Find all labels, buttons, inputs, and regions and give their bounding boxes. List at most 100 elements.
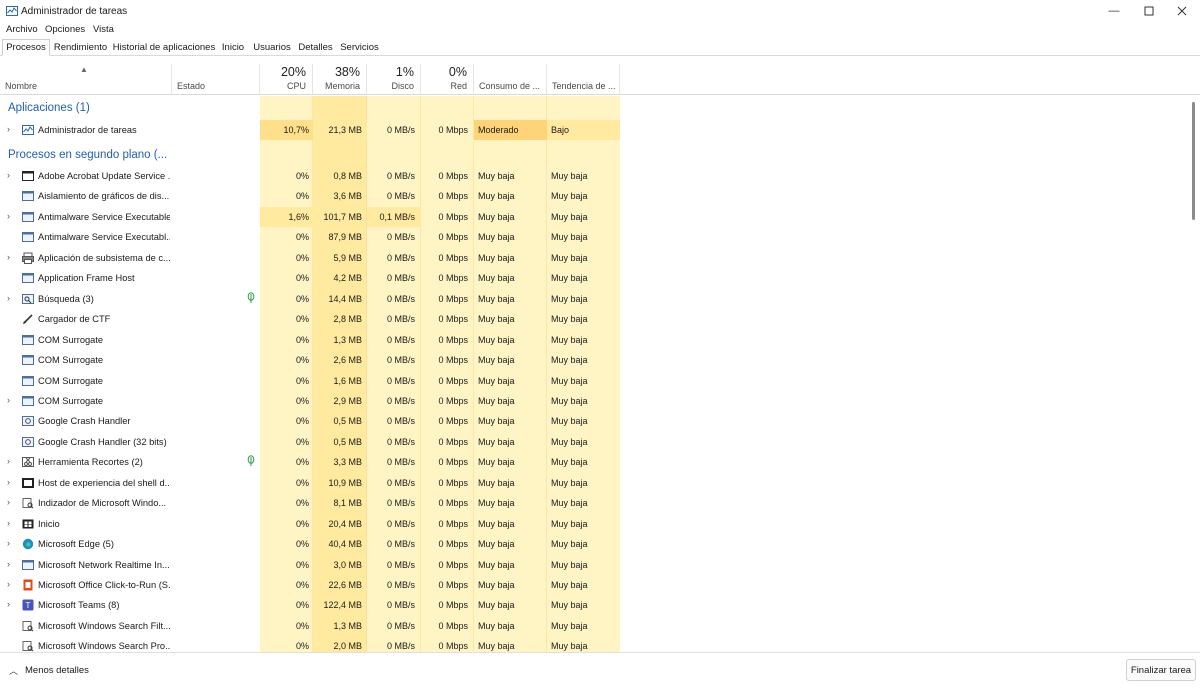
process-list[interactable]: Aplicaciones (1) › Administrador de tarea… <box>0 96 620 652</box>
col-cpu-label: CPU <box>286 81 306 91</box>
tendencia-value: Muy baja <box>551 539 588 550</box>
group-aplicaciones[interactable]: Aplicaciones (1) <box>8 102 90 114</box>
process-row[interactable]: › Inicio 0% 20,4 MB 0 MB/s 0 Mbps Muy baja Muy … <box>0 514 620 534</box>
tab-usuarios[interactable]: Usuarios <box>250 40 294 56</box>
chevron-right-icon[interactable]: › <box>7 211 10 221</box>
process-row[interactable]: Google Crash Handler (32 bits) 0% 0,5 MB 0 … <box>0 432 620 452</box>
chevron-right-icon[interactable]: › <box>7 124 10 134</box>
col-memoria[interactable]: 38% Memoria <box>313 64 367 95</box>
group-segundo-plano[interactable]: Procesos en segundo plano (... <box>8 149 167 161</box>
process-row[interactable]: › Aplicación de subsistema de c... 0% 5,9 M… <box>0 248 620 268</box>
process-row[interactable]: › Microsoft Edge (5) 0% 40,4 MB 0 MB/s 0 Mbps… <box>0 534 620 554</box>
process-row[interactable]: › COM Surrogate 0% 2,9 MB 0 MB/s 0 Mbps Muy ba… <box>0 391 620 411</box>
memoria-value: 87,9 MB <box>328 232 362 243</box>
finalizar-tarea-button[interactable]: Finalizar tarea <box>1126 659 1196 681</box>
cpu-value: 1,6% <box>288 211 309 222</box>
scroll-thumb[interactable] <box>1192 102 1195 220</box>
col-consumo[interactable]: Consumo de ... <box>474 64 547 95</box>
col-estado[interactable]: Estado <box>172 64 260 95</box>
minimize-button[interactable]: — <box>1096 0 1132 22</box>
process-row[interactable]: COM Surrogate 0% 1,6 MB 0 MB/s 0 Mbps Muy baj… <box>0 371 620 391</box>
scrollbar[interactable] <box>1190 96 1198 652</box>
col-disco[interactable]: 1% Disco <box>367 64 421 95</box>
cpu-value: 0% <box>295 171 309 181</box>
cpu-value: 0% <box>295 334 309 345</box>
menu-vista[interactable]: Vista <box>93 24 114 35</box>
tab-rendimiento[interactable]: Rendimiento <box>52 40 109 56</box>
cpu-value: 0% <box>295 416 309 427</box>
consumo-value: Moderado <box>478 125 519 135</box>
app-window-icon <box>22 211 34 222</box>
process-row[interactable]: COM Surrogate 0% 2,6 MB 0 MB/s 0 Mbps Muy baj… <box>0 350 620 370</box>
leaf-icon <box>247 455 255 467</box>
col-tendencia[interactable]: Tendencia de ... <box>547 64 620 95</box>
chevron-right-icon[interactable]: › <box>7 579 10 589</box>
chevron-right-icon[interactable]: › <box>7 170 10 180</box>
col-cpu[interactable]: 20% CPU <box>260 64 313 95</box>
process-row[interactable]: Microsoft Windows Search Filt... 0% 1,3 MB… <box>0 616 620 636</box>
tendencia-value: Muy baja <box>551 273 588 284</box>
process-row[interactable]: › Búsqueda (3) 0% 14,4 MB 0 MB/s 0 Mbps Muy ba… <box>0 289 620 309</box>
tendencia-value: Muy baja <box>551 252 588 263</box>
process-row[interactable]: Application Frame Host 0% 4,2 MB 0 MB/s 0 Mb… <box>0 268 620 288</box>
process-row[interactable]: Microsoft Windows Search Pro... 0% 2,0 MB 0… <box>0 636 620 652</box>
leaf-icon <box>247 291 255 303</box>
process-row[interactable]: COM Surrogate 0% 1,3 MB 0 MB/s 0 Mbps Muy baj… <box>0 330 620 350</box>
disco-value: 0 MB/s <box>386 191 415 202</box>
chevron-right-icon[interactable]: › <box>7 477 10 487</box>
disco-value: 0,1 MB/s <box>379 211 415 222</box>
tab-procesos[interactable]: Procesos <box>2 39 50 56</box>
tab-servicios[interactable]: Servicios <box>338 40 381 56</box>
disco-value: 0 MB/s <box>386 416 415 427</box>
maximize-button[interactable] <box>1131 0 1167 22</box>
chevron-right-icon[interactable]: › <box>7 518 10 528</box>
process-row[interactable]: › Administrador de tareas 10,7% 21,3 MB 0 MB… <box>0 120 620 140</box>
tab-inicio[interactable]: Inicio <box>219 40 247 56</box>
consumo-value: Muy baja <box>478 559 515 570</box>
process-row[interactable]: › Indizador de Microsoft Windo... 0% 8,1 MB… <box>0 493 620 513</box>
memoria-value: 1,3 MB <box>333 620 362 631</box>
menu-archivo[interactable]: Archivo <box>6 24 38 35</box>
chevron-right-icon[interactable]: › <box>7 538 10 548</box>
memoria-value: 21,3 MB <box>328 125 362 135</box>
tab-detalles[interactable]: Detalles <box>296 40 335 56</box>
task-manager-icon <box>6 6 18 16</box>
cpu-value: 0% <box>295 232 309 243</box>
process-row[interactable]: › Antimalware Service Executable 1,6% 101,7… <box>0 207 620 227</box>
col-red[interactable]: 0% Red <box>421 64 474 95</box>
process-row[interactable]: › Microsoft Office Click-to-Run (S... 0% 22… <box>0 575 620 595</box>
consumo-value: Muy baja <box>478 314 515 325</box>
cpu-value: 0% <box>295 539 309 550</box>
process-row[interactable]: Cargador de CTF 0% 2,8 MB 0 MB/s 0 Mbps Muy b… <box>0 309 620 329</box>
chevron-up-icon[interactable]: ︿ <box>9 664 18 677</box>
app-window-icon <box>22 355 34 366</box>
process-row[interactable]: › Adobe Acrobat Update Service ... 0% 0,8 M… <box>0 166 620 186</box>
process-row[interactable]: › Microsoft Network Realtime In... 0% 3,0 M… <box>0 555 620 575</box>
close-button[interactable] <box>1164 0 1200 22</box>
process-row[interactable]: › T Microsoft Teams (8) 0% 122,4 MB 0 MB/s 0 M… <box>0 595 620 615</box>
process-name: Google Crash Handler <box>38 416 131 427</box>
process-row[interactable]: Antimalware Service Executabl... 0% 87,9 M… <box>0 227 620 247</box>
disco-value: 0 MB/s <box>386 252 415 263</box>
menos-detalles-link[interactable]: Menos detalles <box>25 665 89 676</box>
process-name: Microsoft Office Click-to-Run (S... <box>38 580 170 590</box>
chevron-right-icon[interactable]: › <box>7 395 10 405</box>
chevron-right-icon[interactable]: › <box>7 599 10 609</box>
menu-opciones[interactable]: Opciones <box>45 24 85 35</box>
tab-historial[interactable]: Historial de aplicaciones <box>112 40 216 56</box>
process-row[interactable]: Google Crash Handler 0% 0,5 MB 0 MB/s 0 Mbps… <box>0 411 620 431</box>
sort-up-icon: ▲ <box>80 65 88 74</box>
col-nombre[interactable]: ▲ Nombre <box>0 64 172 95</box>
chevron-right-icon[interactable]: › <box>7 497 10 507</box>
chevron-right-icon[interactable]: › <box>7 293 10 303</box>
red-value: 0 Mbps <box>438 355 468 366</box>
process-row[interactable]: › Host de experiencia del shell d... 0% 10,… <box>0 473 620 493</box>
memoria-value: 2,0 MB <box>333 641 362 652</box>
chevron-right-icon[interactable]: › <box>7 252 10 262</box>
memoria-value: 40,4 MB <box>328 539 362 550</box>
maximize-icon <box>1144 6 1154 16</box>
process-row[interactable]: › Herramienta Recortes (2) 0% 3,3 MB 0 MB/s 0… <box>0 452 620 472</box>
chevron-right-icon[interactable]: › <box>7 559 10 569</box>
process-row[interactable]: Aislamiento de gráficos de dis... 0% 3,6 M… <box>0 186 620 206</box>
chevron-right-icon[interactable]: › <box>7 456 10 466</box>
